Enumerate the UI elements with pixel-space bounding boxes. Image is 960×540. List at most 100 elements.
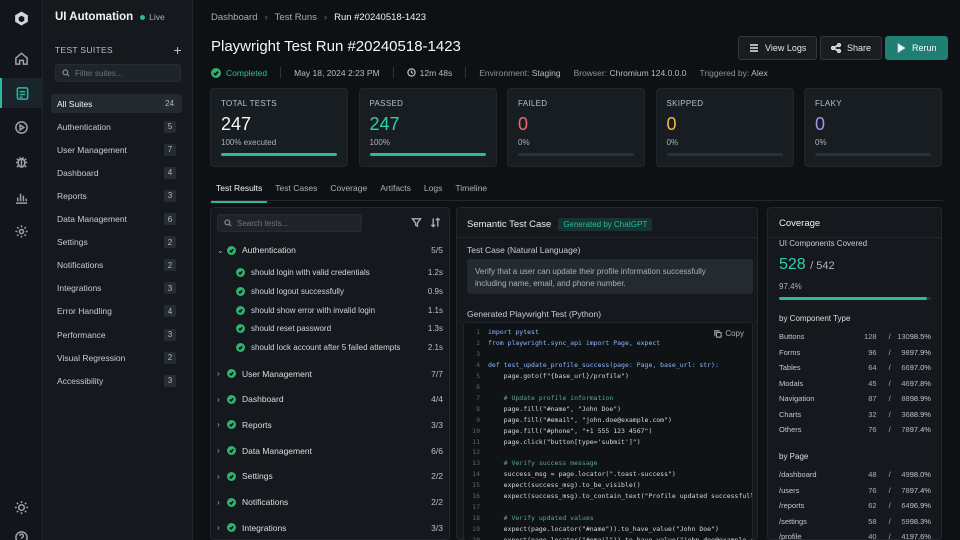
suite-item-visual-regression[interactable]: Visual Regression 2 xyxy=(51,348,182,367)
stat-progress-bar xyxy=(369,153,486,156)
test-group-name: Data Management xyxy=(242,445,312,456)
coverage-row: /dashboard 48 / 49 98.0% xyxy=(779,470,931,482)
test-group-count: 2/2 xyxy=(431,497,443,507)
theme-icon[interactable] xyxy=(0,492,43,522)
suite-label: Settings xyxy=(57,237,88,248)
test-group-data-management[interactable]: › Data Management 6/6 xyxy=(217,443,443,459)
test-group-settings[interactable]: › Settings 2/2 xyxy=(217,468,443,484)
test-group-integrations[interactable]: › Integrations 3/3 xyxy=(217,520,443,536)
code-line-number: 19 xyxy=(472,525,480,534)
share-button[interactable]: Share xyxy=(820,36,883,60)
code-line: 19 expect(page.locator("#name")).to_have… xyxy=(464,525,752,536)
suite-item-authentication[interactable]: Authentication 5 xyxy=(51,117,182,136)
coverage-row-separator: / xyxy=(888,532,891,540)
breadcrumb-dashboard[interactable]: Dashboard xyxy=(211,12,257,23)
coverage-count: 528 / 542 xyxy=(779,256,835,274)
filter-icon[interactable] xyxy=(410,217,423,228)
test-group-name: Settings xyxy=(242,471,273,482)
rerun-label: Rerun xyxy=(912,43,937,53)
stat-label: FLAKY xyxy=(815,99,842,108)
suite-count-badge: 2 xyxy=(164,236,176,249)
suite-item-performance[interactable]: Performance 3 xyxy=(51,325,182,344)
play-icon[interactable] xyxy=(0,112,43,142)
breadcrumb-test-runs[interactable]: Test Runs xyxy=(275,12,317,23)
chevron-right-icon[interactable]: › xyxy=(217,369,227,378)
test-group-reports[interactable]: › Reports 3/3 xyxy=(217,417,443,433)
add-suite-icon[interactable]: + xyxy=(174,43,182,57)
test-group-dashboard[interactable]: › Dashboard 4/4 xyxy=(217,391,443,407)
coverage-row-total: 98 xyxy=(901,347,910,357)
component-section-label: by Component Type xyxy=(779,314,851,323)
chevron-right-icon[interactable]: › xyxy=(217,395,227,404)
coverage-row-name: /profile xyxy=(779,532,802,540)
suite-item-data-management[interactable]: Data Management 6 xyxy=(51,210,182,229)
settings-icon[interactable] xyxy=(0,216,43,246)
coverage-row-name: Buttons xyxy=(779,332,805,341)
search-tests-input[interactable]: Search tests... xyxy=(217,214,362,232)
chart-icon[interactable] xyxy=(0,182,43,212)
run-date: May 18, 2024 2:23 PM xyxy=(294,67,380,78)
coverage-row-name: Forms xyxy=(779,347,801,357)
code-line-number: 2 xyxy=(476,338,480,347)
suite-item-settings[interactable]: Settings 2 xyxy=(51,233,182,252)
share-label: Share xyxy=(847,43,872,53)
coverage-row-percent: 97.4% xyxy=(909,425,931,434)
stat-percent: 100% xyxy=(369,138,390,147)
test-group-name: Reports xyxy=(242,419,272,430)
test-group-count: 3/3 xyxy=(431,419,443,430)
coverage-row-separator: / xyxy=(888,516,891,526)
coverage-row-covered: 45 xyxy=(868,378,877,388)
test-group-notifications[interactable]: › Notifications 2/2 xyxy=(217,494,443,510)
test-group-authentication[interactable]: ⌄ Authentication 5/5 xyxy=(217,242,443,258)
chevron-right-icon[interactable]: › xyxy=(217,498,227,507)
chevron-right-icon[interactable]: › xyxy=(217,523,227,532)
search-icon xyxy=(62,69,70,77)
chevron-right-icon[interactable]: › xyxy=(217,420,227,429)
coverage-row: /reports 62 / 64 96.9% xyxy=(779,501,931,513)
test-group-name: Authentication xyxy=(242,245,296,255)
code-line: 7 # Update profile information xyxy=(464,394,752,405)
filter-placeholder: Filter suites... xyxy=(75,68,123,78)
suite-item-dashboard[interactable]: Dashboard 4 xyxy=(51,163,182,182)
suite-item-integrations[interactable]: Integrations 3 xyxy=(51,279,182,298)
coverage-row-total: 130 xyxy=(897,332,910,341)
test-runs-icon[interactable] xyxy=(0,78,43,108)
code-line: 15 expect(success_msg).to_be_visible() xyxy=(464,481,752,492)
help-icon[interactable] xyxy=(0,522,43,540)
coverage-row-total: 59 xyxy=(901,516,910,526)
environment: Environment: Staging xyxy=(479,68,560,78)
code-line-number: 20 xyxy=(464,536,488,540)
test-case-row[interactable]: should lock account after 5 failed attem… xyxy=(236,340,443,356)
test-case-row[interactable]: should login with valid credentials 1.2s xyxy=(236,265,443,281)
code-line-text: expect(success_msg).to_be_visible() xyxy=(488,481,641,490)
environment-label: Environment: xyxy=(479,67,530,78)
suite-item-user-management[interactable]: User Management 7 xyxy=(51,140,182,159)
suite-item-all-suites[interactable]: All Suites 24 xyxy=(51,94,182,113)
suite-item-accessibility[interactable]: Accessibility 3 xyxy=(51,371,182,390)
chevron-right-icon[interactable]: › xyxy=(217,446,227,455)
test-case-row[interactable]: should logout successfully 0.9s xyxy=(236,283,443,299)
code-line-number: 17 xyxy=(472,503,480,512)
test-case-name: should reset password xyxy=(251,324,332,334)
view-logs-button[interactable]: View Logs xyxy=(738,36,818,60)
test-group-user-management[interactable]: › User Management 7/7 xyxy=(217,366,443,382)
logo-icon[interactable] xyxy=(0,3,43,33)
suite-item-notifications[interactable]: Notifications 2 xyxy=(51,256,182,275)
test-case-row[interactable]: should reset password 1.3s xyxy=(236,321,443,337)
home-icon[interactable] xyxy=(0,43,43,73)
code-line-text: page.fill("#name", "John Doe") xyxy=(488,404,622,413)
coverage-row-percent: 98.9% xyxy=(909,394,931,403)
code-line-number: 15 xyxy=(472,481,480,490)
filter-suites-input[interactable]: Filter suites... xyxy=(55,64,181,82)
bug-icon[interactable] xyxy=(0,146,43,176)
code-block[interactable]: Copy 1 import pytest 2 from playwright.sync… xyxy=(463,322,753,540)
chevron-right-icon[interactable]: › xyxy=(217,472,227,481)
test-case-row[interactable]: should show error with invalid login 1.1s xyxy=(236,302,443,318)
rerun-button[interactable]: Rerun xyxy=(885,36,948,60)
chevron-down-icon[interactable]: ⌄ xyxy=(217,246,227,255)
coverage-row-name: Modals xyxy=(779,378,804,388)
suite-item-reports[interactable]: Reports 3 xyxy=(51,186,182,205)
sort-icon[interactable] xyxy=(430,217,441,228)
suite-item-error-handling[interactable]: Error Handling 4 xyxy=(51,302,182,321)
triggered-label: Triggered by: xyxy=(699,67,750,78)
